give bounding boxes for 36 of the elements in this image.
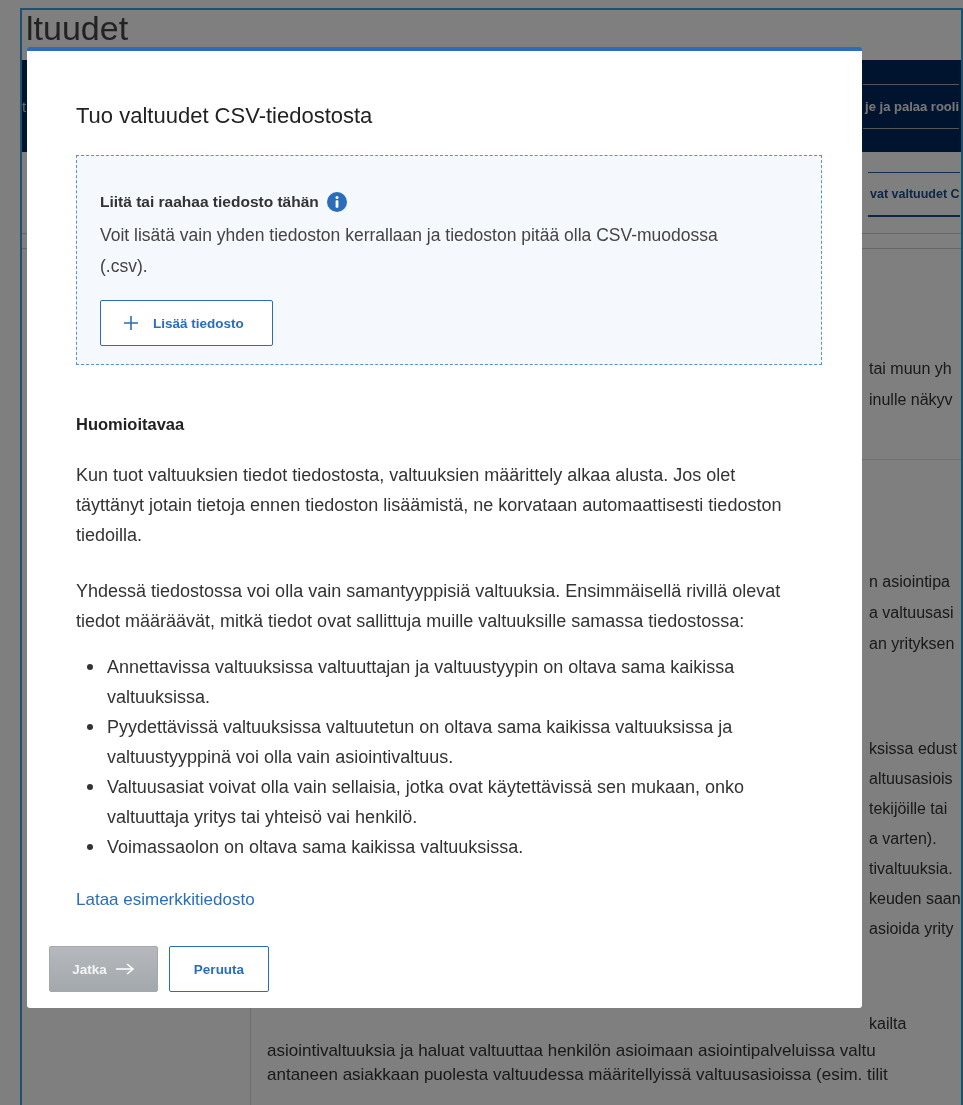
body-text: kailta (869, 1014, 908, 1034)
bullet-item: Pyydettävissä valtuuksissa valtuutetun on oltava sama kaikissa valtuuksissa ja valtuustyyppinä voi olla vain asiointivaltuus. (87, 712, 792, 772)
drop-zone-description: Voit lisätä vain yhden tiedoston kerrallaan ja tiedoston pitää olla CSV-muodossa (.csv). (100, 224, 719, 278)
body-text: tekijöille tai (869, 799, 949, 819)
body-text: a varten). (869, 829, 938, 849)
plus-icon (123, 315, 139, 331)
body-text: tai muun yh (869, 359, 953, 379)
page-heading: ltuudet (25, 10, 130, 46)
body-text: tivaltuuksia. (869, 859, 954, 879)
paragraph: Yhdessä tiedostossa voi olla vain samantyyppisiä valtuuksia. Ensimmäisellä rivillä olevat tiedot määräävät, mitkä tiedot ovat sallittuja muille valtuuksille samassa tiedostossa: (76, 580, 782, 633)
info-icon[interactable] (326, 192, 347, 212)
tab[interactable]: vat valtuudet C (868, 172, 960, 217)
body-text: inulle näkyv (869, 390, 954, 410)
file-drop-zone[interactable]: Liitä tai raahaa tiedosto tähän Voit lisätä vain yhden tiedoston kerrallaan ja tiedoston pitää olla CSV-muodossa (.csv). Lisää tiedosto (76, 155, 822, 365)
arrow-icon (114, 963, 135, 975)
paragraph: Kun tuot valtuuksien tiedot tiedostosta, valtuuksien määrittely alkaa alusta. Jos olet täyttänyt jotain tietoja ennen tiedoston lisäämistä, ne korvataan automaattisesti tiedoston tiedoilla. (76, 464, 783, 547)
nav-button[interactable]: je ja palaa rooli (863, 83, 959, 129)
bullet-item: Annettavissa valtuuksissa valtuuttajan ja valtuustyypin on oltava sama kaikissa valtuuksissa. (87, 652, 792, 712)
bullet-item: Voimassaolon on oltava sama kaikissa valtuuksissa. (87, 832, 792, 862)
bullet-item: Valtuusasiat voivat olla vain sellaisia, jotka ovat käytettävissä sen mukaan, onko valtuuttaja yritys tai yhteisö vai henkilö. (87, 772, 792, 832)
body-text: altuusasiois (869, 769, 954, 789)
dialog-title: Tuo valtuudet CSV-tiedostosta (76, 103, 374, 129)
cancel-button[interactable]: Peruuta (169, 946, 269, 992)
download-example-link[interactable]: Lataa esimerkkitiedosto (76, 890, 255, 910)
body-text: asioida yrity (869, 919, 955, 939)
body-text: asiointivaltuuksia ja haluat valtuuttaa henkilön asioimaan asiointipalveluissa valtu (266, 1040, 877, 1062)
body-text: n asiointipa (869, 572, 951, 592)
body-text: antaneen asiakkaan puolesta valtuudessa määritellyissä valtuusasioissa (esim. tilit (266, 1064, 889, 1086)
nav-text: t (22, 97, 27, 115)
drop-zone-label: Liitä tai raahaa tiedosto tähän (100, 193, 319, 211)
section-heading: Huomioitavaa (76, 415, 186, 434)
body-text: an yrityksen (869, 634, 956, 654)
body-text: a valtuusasi (869, 603, 955, 623)
add-file-button[interactable]: Lisää tiedosto (100, 300, 273, 346)
body-text: ksissa edust (869, 739, 959, 759)
body-text: keuden saan (869, 889, 961, 909)
